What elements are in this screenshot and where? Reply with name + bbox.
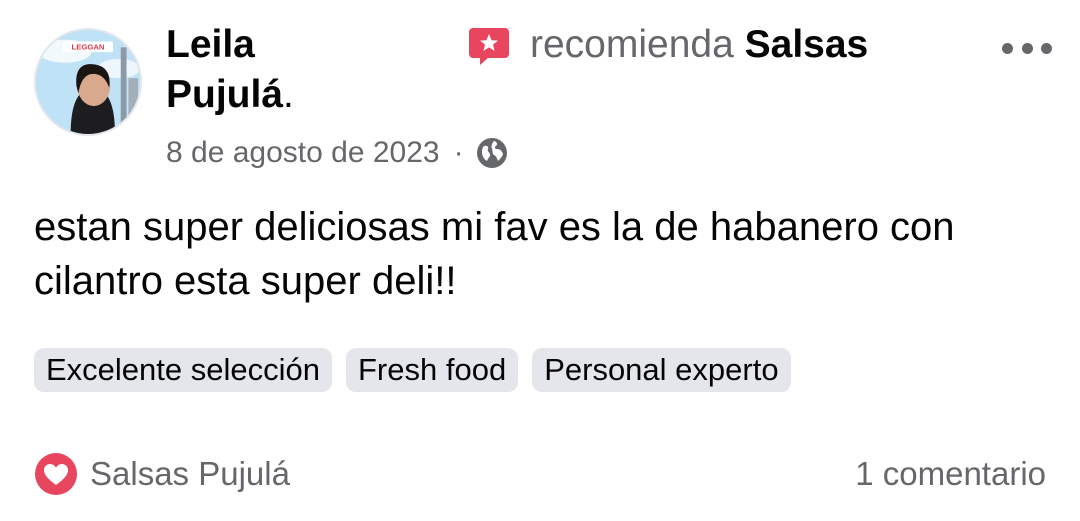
- author-name[interactable]: Leila Pujulá.: [166, 22, 294, 116]
- recommendation-icon: [469, 28, 509, 65]
- more-dot-icon: [1021, 42, 1033, 54]
- tag-fresh-food[interactable]: Fresh food: [346, 348, 519, 392]
- avatar-badge-text: LEGGAN: [72, 43, 105, 52]
- page-name-link[interactable]: Salsas: [745, 23, 869, 66]
- more-dot-icon: [1002, 42, 1013, 54]
- author-name-trailing: .: [283, 73, 294, 116]
- tag-list: Excelente selección Fresh food Personal …: [34, 348, 791, 392]
- more-options-button[interactable]: [998, 30, 1056, 66]
- avatar-image: LEGGAN: [36, 30, 140, 134]
- heart-icon: [35, 453, 77, 495]
- comments-count[interactable]: 1 comentario: [855, 452, 1046, 496]
- recommends-line: recomienda Salsas: [530, 22, 868, 68]
- tag-excelente-seleccion[interactable]: Excelente selección: [34, 348, 332, 392]
- post-meta: 8 de agosto de 2023 ·: [166, 134, 508, 172]
- author-first-name[interactable]: Leila: [166, 23, 255, 66]
- recommends-text: recomienda: [530, 23, 734, 66]
- tag-personal-experto[interactable]: Personal experto: [532, 348, 791, 392]
- reaction-label[interactable]: Salsas Pujulá: [90, 452, 290, 496]
- author-last-name[interactable]: Pujulá: [166, 73, 283, 116]
- author-avatar[interactable]: LEGGAN: [34, 28, 142, 136]
- meta-separator: ·: [453, 136, 464, 169]
- reaction-summary[interactable]: Salsas Pujulá: [34, 452, 290, 496]
- post-body: estan super deliciosas mi fav es la de h…: [34, 205, 955, 303]
- globe-icon[interactable]: [476, 137, 508, 169]
- post-date[interactable]: 8 de agosto de 2023: [166, 134, 440, 172]
- more-dot-icon: [1041, 42, 1052, 54]
